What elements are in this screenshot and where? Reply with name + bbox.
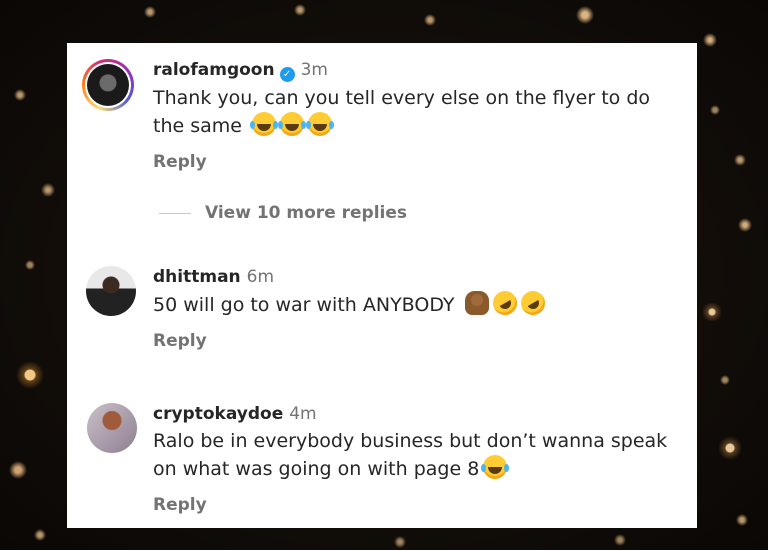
rolling-on-the-floor-laughing-icon bbox=[516, 286, 549, 320]
comment-time: 6m bbox=[246, 267, 275, 287]
comment-text: Ralo be in everybody business but don’t … bbox=[153, 430, 668, 480]
verified-badge-icon: ✓ bbox=[279, 67, 295, 82]
avatar-cryptokaydoe[interactable] bbox=[87, 403, 137, 453]
avatar-ralofamgoon[interactable] bbox=[82, 59, 134, 111]
comment-username[interactable]: cryptokaydoe bbox=[153, 404, 283, 424]
comment-username[interactable]: dhittman bbox=[153, 267, 241, 287]
face-with-tears-of-joy-icon bbox=[306, 112, 333, 136]
reply-button[interactable]: Reply bbox=[153, 152, 677, 172]
comment-text: Thank you, can you tell every else on th… bbox=[153, 87, 651, 137]
view-more-replies-button[interactable]: View 10 more replies bbox=[159, 203, 407, 223]
comment-time: 4m bbox=[289, 404, 317, 424]
comments-panel: ralofamgoon ✓ 3m Thank you, can you tell e… bbox=[67, 43, 697, 528]
comment-time: 3m bbox=[300, 60, 328, 80]
reply-button[interactable]: Reply bbox=[153, 495, 677, 515]
view-more-replies-label: View 10 more replies bbox=[205, 203, 408, 223]
reply-button[interactable]: Reply bbox=[153, 331, 677, 351]
rolling-on-the-floor-laughing-icon bbox=[488, 286, 521, 320]
face-with-tears-of-joy-icon bbox=[250, 112, 277, 136]
face-with-tears-of-joy-icon bbox=[481, 455, 508, 479]
divider-line bbox=[159, 212, 191, 214]
comment-text: 50 will go to war with ANYBODY bbox=[153, 294, 455, 316]
face-with-tears-of-joy-icon bbox=[278, 112, 305, 136]
person-facepalming-icon bbox=[464, 291, 489, 315]
avatar-dhittman[interactable] bbox=[86, 266, 136, 316]
comment-username[interactable]: ralofamgoon bbox=[153, 60, 275, 80]
